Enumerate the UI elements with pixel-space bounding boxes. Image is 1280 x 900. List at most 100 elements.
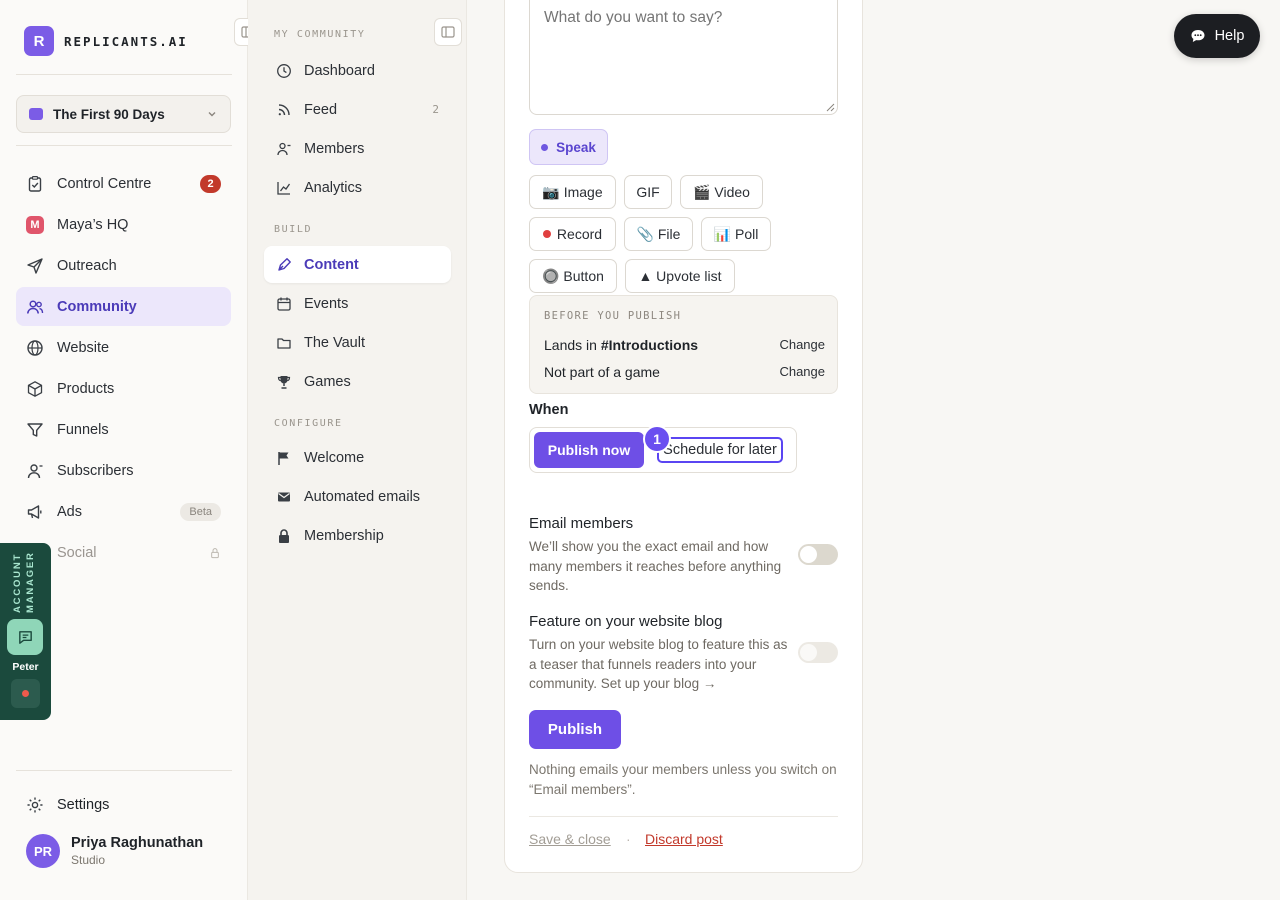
subnav-item-automated-emails[interactable]: Automated emails xyxy=(264,478,451,515)
subnav-item-dashboard[interactable]: Dashboard xyxy=(264,52,451,89)
speak-button[interactable]: Speak xyxy=(529,129,608,165)
add-upvote-list-button[interactable]: ▲ Upvote list xyxy=(625,259,735,293)
subnav-item-feed[interactable]: Feed 2 xyxy=(264,91,451,128)
attach-file-label: 📎 File xyxy=(636,225,681,242)
main-sidebar: R REPLICANTS.AI The First 90 Days Contro… xyxy=(0,0,248,900)
subnav-label: The Vault xyxy=(304,334,365,351)
collapse-subnav-button[interactable] xyxy=(434,18,462,46)
nav-item-funnels[interactable]: Funnels xyxy=(16,410,231,449)
beta-badge: Beta xyxy=(180,502,221,521)
subnav-label: Welcome xyxy=(304,449,365,466)
schedule-for-later-option[interactable]: Schedule for later xyxy=(657,437,783,463)
divider xyxy=(16,770,232,771)
brand-name: REPLICANTS.AI xyxy=(64,33,188,49)
add-button-button[interactable]: 🔘 Button xyxy=(529,259,617,293)
subnav-item-the-vault[interactable]: The Vault xyxy=(264,324,451,361)
email-members-toggle[interactable] xyxy=(798,544,838,565)
subscribers-icon xyxy=(27,463,43,478)
chart-icon xyxy=(277,181,291,195)
lands-in-label: Lands in xyxy=(544,337,601,353)
post-body-input[interactable] xyxy=(529,0,838,115)
nav-item-outreach[interactable]: Outreach xyxy=(16,246,231,285)
nav-item-ads[interactable]: Ads Beta xyxy=(16,492,231,531)
attach-gif-button[interactable]: GIF xyxy=(624,175,672,209)
trophy-icon xyxy=(277,375,291,389)
nav-item-control-centre[interactable]: Control Centre 2 xyxy=(16,164,231,203)
subnav-item-events[interactable]: Events xyxy=(264,285,451,322)
add-poll-button[interactable]: 📊 Poll xyxy=(701,217,771,251)
nav-label: Funnels xyxy=(57,421,109,438)
user-profile[interactable]: PR Priya Raghunathan Studio xyxy=(26,834,203,868)
publish-now-option[interactable]: Publish now xyxy=(534,432,644,468)
record-dot-icon xyxy=(22,690,29,697)
account-manager-name: Peter xyxy=(12,661,39,673)
change-channel-button[interactable]: Change xyxy=(779,337,825,353)
workspace-switcher[interactable]: The First 90 Days xyxy=(16,95,231,133)
user-plan: Studio xyxy=(71,853,106,867)
subnav-label: Games xyxy=(304,373,351,390)
section-title-build: BUILD xyxy=(274,224,313,235)
channel-row: Lands in #Introductions Change xyxy=(544,337,825,353)
box-icon xyxy=(27,380,43,397)
change-game-button[interactable]: Change xyxy=(779,364,825,380)
subnav-item-content[interactable]: Content xyxy=(264,246,451,283)
channel-name: #Introductions xyxy=(600,337,699,353)
nav-label: Community xyxy=(57,298,137,315)
record-audio-button[interactable]: Record xyxy=(529,217,616,251)
subnav-item-games[interactable]: Games xyxy=(264,363,451,400)
account-manager-drawer[interactable]: ACCOUNT MANAGER Peter xyxy=(0,543,51,720)
record-dot-icon xyxy=(542,230,551,238)
account-manager-chat-button[interactable] xyxy=(7,619,43,655)
divider xyxy=(529,816,838,817)
subnav-label: Membership xyxy=(304,527,384,544)
workspace-icon xyxy=(29,108,43,120)
clock-icon xyxy=(277,63,291,78)
megaphone-icon xyxy=(27,504,42,519)
funnel-icon xyxy=(27,422,43,437)
feature-blog-toggle[interactable] xyxy=(798,642,838,663)
envelope-icon xyxy=(278,492,290,501)
feature-blog-description[interactable]: Turn on your website blog to feature thi… xyxy=(529,635,791,694)
nav-item-subscribers[interactable]: Subscribers xyxy=(16,451,231,490)
discard-post-link[interactable]: Discard post xyxy=(645,831,723,847)
nav-item-website[interactable]: Website xyxy=(16,328,231,367)
subnav-label: Dashboard xyxy=(304,62,375,79)
subnav-item-welcome[interactable]: Welcome xyxy=(264,439,451,476)
nav-item-mayas-hq[interactable]: M Maya’s HQ xyxy=(16,205,231,244)
attach-video-label: 🎬 Video xyxy=(693,183,750,200)
toggle-knob xyxy=(800,644,817,661)
attach-file-button[interactable]: 📎 File xyxy=(624,217,693,251)
resize-handle-icon[interactable] xyxy=(826,103,835,112)
nav-item-products[interactable]: Products xyxy=(16,369,231,408)
user-name: Priya Raghunathan xyxy=(71,835,204,851)
divider xyxy=(16,145,232,146)
subnav-label: Feed xyxy=(304,101,338,118)
settings-link[interactable]: Settings xyxy=(16,785,231,824)
nav-item-community[interactable]: Community xyxy=(16,287,231,326)
attach-image-button[interactable]: 📷 Image xyxy=(529,175,616,209)
help-label: Help xyxy=(1214,28,1245,44)
game-row: Not part of a game Change xyxy=(544,364,825,380)
subnav-item-members[interactable]: Members xyxy=(264,130,451,167)
attach-video-button[interactable]: 🎬 Video xyxy=(680,175,763,209)
nav-label: Products xyxy=(57,380,115,397)
rss-icon xyxy=(278,103,290,115)
record-button[interactable] xyxy=(11,679,40,708)
member-icon xyxy=(277,142,291,155)
globe-icon xyxy=(27,339,43,356)
account-manager-label: ACCOUNT MANAGER xyxy=(12,551,36,613)
lock-icon xyxy=(279,528,289,543)
feed-count: 2 xyxy=(432,103,439,116)
attach-image-label: 📷 Image xyxy=(542,183,603,200)
subnav-item-analytics[interactable]: Analytics xyxy=(264,169,451,206)
nav-label: Subscribers xyxy=(57,462,134,479)
subnav-item-membership[interactable]: Membership xyxy=(264,517,451,554)
add-poll-label: 📊 Poll xyxy=(713,225,759,242)
channel-text: Lands in #Introductions xyxy=(544,337,698,353)
publish-button[interactable]: Publish xyxy=(529,710,621,749)
brand[interactable]: R REPLICANTS.AI xyxy=(24,26,188,56)
help-button[interactable]: Help xyxy=(1174,14,1260,58)
clipboard-check-icon xyxy=(28,175,42,192)
toggle-knob xyxy=(800,546,817,563)
save-and-close-link[interactable]: Save & close xyxy=(529,831,611,847)
